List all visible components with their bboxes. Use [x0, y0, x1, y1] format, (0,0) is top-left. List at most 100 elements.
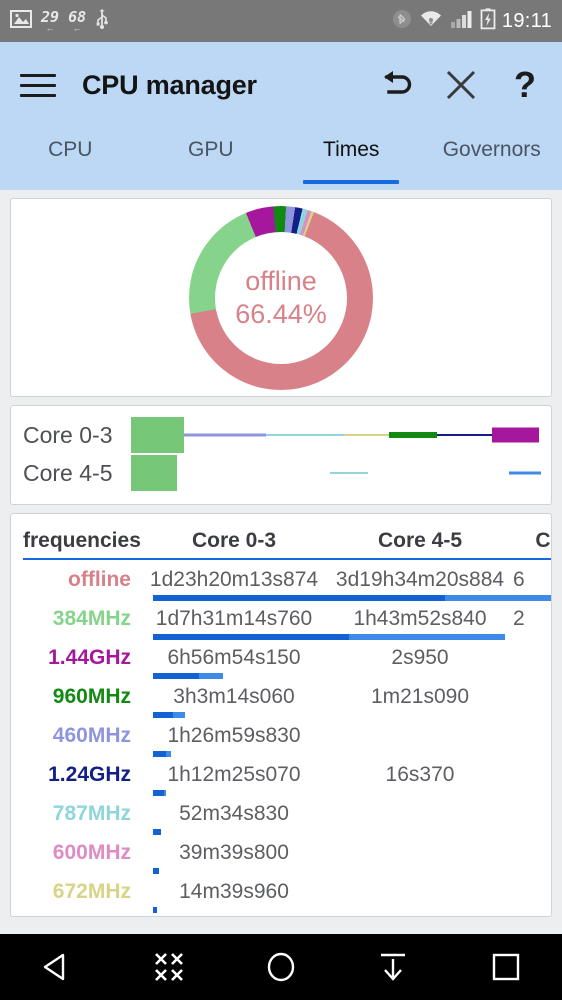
core-bar-segment [491, 427, 539, 443]
core-row-4-5-label: Core 4-5 [23, 459, 113, 486]
core-row-0-3-label: Core 0-3 [23, 421, 113, 448]
cell-core-4-5: 16s370 [385, 762, 455, 786]
row-progress-bar [153, 907, 551, 913]
download-icon[interactable] [361, 941, 425, 993]
download-counter-68-icon: 68 ← [68, 7, 87, 33]
status-bar: 29 ← 68 ← 19:11 [0, 0, 562, 42]
table-row[interactable]: 1.24GHz 1h12m25s070 16s370 [23, 755, 539, 796]
table-row-cells: 460MHz 1h26m59s830 [23, 716, 539, 755]
core-row-4-5-track [131, 454, 541, 492]
tab-gpu-label: GPU [187, 138, 234, 161]
cell-core-0-3: 39m39s800 [179, 840, 289, 864]
column-header-core-6: C [513, 529, 551, 560]
usb-icon [95, 8, 109, 34]
cell-core-0-3: 6h56m54s150 [167, 645, 301, 669]
cell-core-0-3: 1h12m25s070 [167, 762, 301, 786]
tab-governors-label: Governors [442, 138, 541, 161]
table-row[interactable]: 384MHz 1d7h31m14s760 1h43m52s840 2 [23, 599, 539, 640]
core-bar-segment [131, 417, 185, 453]
table-row[interactable]: 460MHz 1h26m59s830 [23, 716, 539, 757]
table-header-row: frequencies Core 0-3 Core 4-5 C [23, 514, 551, 560]
core-bars-card: Core 0-3 Core 4-5 [10, 405, 552, 505]
help-icon[interactable]: ? [508, 67, 542, 103]
table-row[interactable]: 600MHz 39m39s800 [23, 833, 539, 874]
cell-core-6: 2 [513, 606, 525, 630]
core-bar-segment [436, 434, 492, 436]
core-row-4-5: Core 4-5 [23, 454, 541, 492]
table-row-cells: 787MHz 52m34s830 [23, 794, 539, 833]
table-row-cells: offline 1d23h20m13s874 3d19h34m20s884 6 [23, 560, 539, 599]
cell-frequency: 1.44GHz [48, 645, 131, 669]
core-bar-segment [389, 432, 437, 438]
home-icon[interactable] [249, 941, 313, 993]
frequencies-table-card: frequencies Core 0-3 Core 4-5 C offline 1… [10, 513, 552, 917]
table-row-cells: 672MHz 14m39s960 [23, 872, 539, 911]
tab-cpu[interactable]: CPU [0, 128, 141, 190]
recents-icon[interactable] [474, 941, 538, 993]
cell-core-0-3: 1d7h31m14s760 [155, 606, 313, 630]
cell-frequency: 960MHz [52, 684, 131, 708]
tab-bar: CPU GPU Times Governors [0, 128, 562, 190]
donut-center-value: 66.44% [235, 298, 327, 329]
app-bar-actions: ? [380, 67, 542, 103]
tab-cpu-label: CPU [48, 138, 93, 161]
bluetooth-icon [392, 9, 412, 34]
core-row-0-3: Core 0-3 [23, 416, 539, 454]
table-row[interactable]: 960MHz 3h3m14s060 1m21s090 [23, 677, 539, 718]
table-row-cells: 1.44GHz 6h56m54s150 2s950 [23, 638, 539, 677]
hamburger-icon[interactable] [20, 73, 56, 97]
core-bar-segment [265, 434, 344, 436]
column-header-frequencies: frequencies [23, 529, 141, 560]
column-header-core-0-3: Core 0-3 [141, 529, 327, 560]
cell-frequency: offline [68, 567, 131, 591]
cell-core-6: 6 [513, 567, 525, 591]
cell-frequency: 672MHz [52, 879, 131, 903]
wifi-icon [418, 9, 444, 34]
cell-core-0-3: 14m39s960 [179, 879, 289, 903]
app-bar: CPU manager ? [0, 42, 562, 128]
image-icon [10, 9, 32, 33]
cell-core-0-3: 1h26m59s830 [167, 723, 301, 747]
signal-icon [450, 9, 474, 34]
table-row-cells: 384MHz 1d7h31m14s760 1h43m52s840 2 [23, 599, 539, 638]
back-icon[interactable] [24, 941, 88, 993]
core-row-0-3-track [131, 416, 539, 454]
cell-frequency: 460MHz [52, 723, 131, 747]
download-counter-29-icon: 29 ← [41, 7, 60, 33]
table-row[interactable]: 672MHz 14m39s960 [23, 872, 539, 913]
core-bar-segment [131, 455, 177, 491]
donut-chart[interactable]: offline 66.44% [189, 205, 373, 390]
close-icon[interactable] [444, 68, 478, 102]
cell-core-4-5: 3d19h34m20s884 [335, 567, 505, 591]
table-row-cells: 600MHz 39m39s800 [23, 833, 539, 872]
status-bar-right-icons: 19:11 [392, 7, 552, 35]
donut-chart-card: offline 66.44% [10, 198, 552, 397]
core-bar-segment [343, 434, 390, 436]
donut-center: offline 66.44% [215, 231, 347, 364]
core-bar-segment [508, 471, 541, 475]
status-bar-clock: 19:11 [501, 9, 552, 32]
cell-core-4-5: 2s950 [391, 645, 449, 669]
collapse-icon[interactable] [137, 941, 201, 993]
table-row[interactable]: offline 1d23h20m13s874 3d19h34m20s884 6 [23, 560, 551, 601]
tab-gpu[interactable]: GPU [141, 128, 282, 190]
column-header-core-4-5: Core 4-5 [327, 529, 513, 560]
status-bar-left-icons: 29 ← 68 ← [10, 7, 109, 34]
tab-governors[interactable]: Governors [422, 128, 562, 190]
page-title: CPU manager [82, 69, 257, 100]
cell-core-0-3: 1d23h20m13s874 [149, 567, 319, 591]
progress-bar-core-0-3 [153, 907, 157, 913]
table-row-cells: 960MHz 3h3m14s060 1m21s090 [23, 677, 539, 716]
cell-frequency: 600MHz [52, 840, 131, 864]
table-row[interactable]: 1.44GHz 6h56m54s150 2s950 [23, 638, 539, 679]
battery-charging-icon [480, 7, 496, 35]
table-row[interactable]: 787MHz 52m34s830 [23, 794, 539, 835]
phone-screen: 29 ← 68 ← 19:11 CPU manager ? CPU GPU Ti… [0, 0, 562, 1000]
core-bar-segment [330, 472, 369, 474]
cell-core-0-3: 52m34s830 [179, 801, 289, 825]
android-navigation-bar [0, 934, 562, 1000]
undo-icon[interactable] [380, 68, 414, 102]
tab-times[interactable]: Times [281, 128, 422, 190]
cell-frequency: 787MHz [52, 801, 131, 825]
table-body: offline 1d23h20m13s874 3d19h34m20s884 6 384M… [23, 560, 551, 913]
